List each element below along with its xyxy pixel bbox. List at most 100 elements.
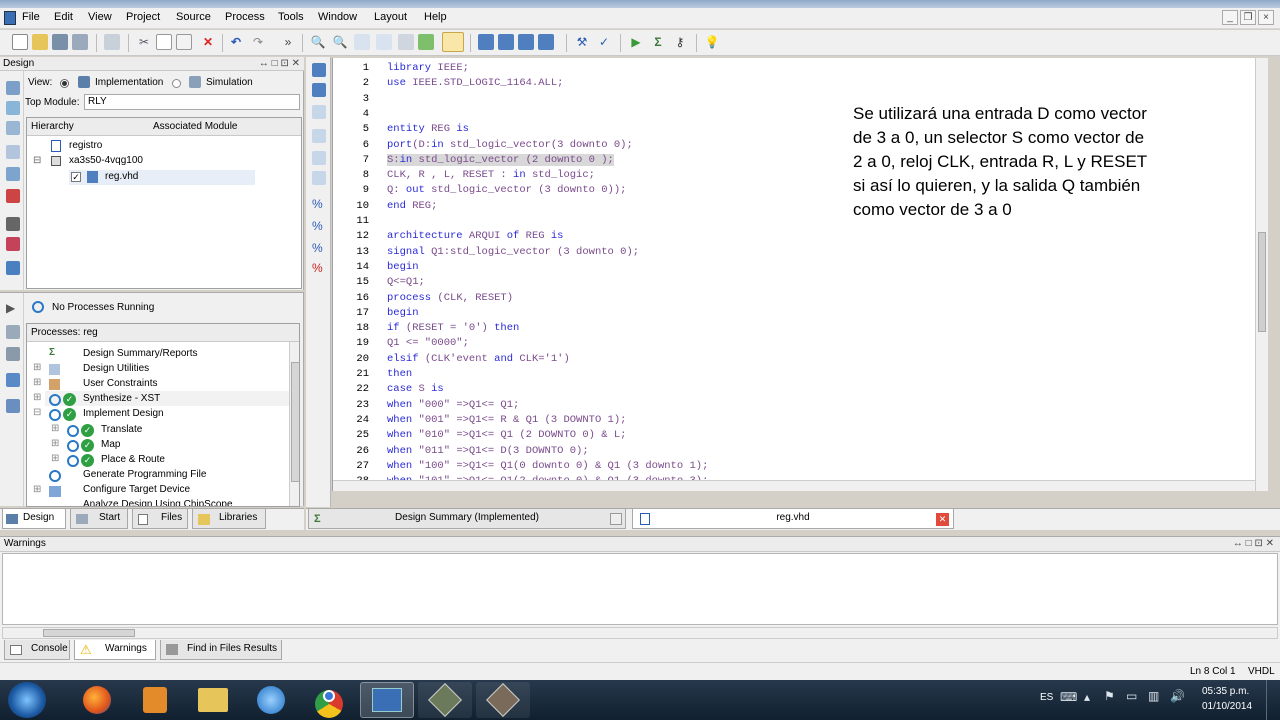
hierarchy-icon[interactable]	[6, 261, 20, 275]
menu-project[interactable]: Project	[126, 11, 160, 23]
editor-tool-icon[interactable]	[312, 83, 326, 97]
implementation-label[interactable]: Implementation	[95, 77, 163, 88]
hierarchy-column[interactable]: Hierarchy	[31, 121, 74, 132]
stop-icon[interactable]	[6, 217, 20, 231]
save-icon[interactable]	[52, 34, 68, 50]
implementation-radio[interactable]	[60, 79, 69, 88]
menu-layout[interactable]: Layout	[374, 11, 407, 23]
rerun-all-icon[interactable]	[6, 347, 20, 361]
redo-icon[interactable]: ↷	[250, 34, 266, 50]
code-line[interactable]: Q1 <= "0000";	[387, 337, 469, 349]
app-icon[interactable]	[418, 682, 472, 718]
simulation-label[interactable]: Simulation	[206, 77, 253, 88]
zoom-in-icon[interactable]: 🔍	[310, 34, 326, 50]
code-line[interactable]: entity REG is	[387, 123, 469, 135]
menu-process[interactable]: Process	[225, 11, 265, 23]
stop-process-icon[interactable]	[6, 373, 20, 387]
tree-item-project[interactable]: registro	[69, 140, 102, 151]
close-tab-icon[interactable]: ✕	[936, 513, 949, 526]
panel-controls-icon[interactable]: ↔ □ ⊡ ✕	[259, 57, 300, 70]
find-icon[interactable]	[398, 34, 414, 50]
code-line[interactable]: S:in std_logic_vector (2 downto 0 );	[387, 153, 614, 166]
code-line[interactable]: architecture ARQUI of REG is	[387, 230, 563, 242]
delete-icon[interactable]: ✕	[200, 34, 216, 50]
paste-icon[interactable]	[176, 34, 192, 50]
menu-source[interactable]: Source	[176, 11, 211, 23]
expand-icon[interactable]: ⊞	[33, 392, 41, 403]
expand-icon[interactable]: ⊞	[33, 377, 41, 388]
key-icon[interactable]: ⚷	[672, 34, 688, 50]
code-line[interactable]: then	[387, 368, 412, 380]
undo-icon[interactable]: ↶	[228, 34, 244, 50]
bookmark-icon[interactable]: %	[312, 219, 326, 233]
explorer-icon[interactable]	[186, 682, 240, 718]
layout-4-icon[interactable]	[538, 34, 554, 50]
show-desktop-button[interactable]	[1266, 680, 1280, 720]
editor-tool-icon[interactable]	[312, 171, 326, 185]
code-line[interactable]: begin	[387, 307, 419, 319]
chevron-up-icon[interactable]: ▴	[1084, 690, 1090, 704]
new-source-icon[interactable]	[6, 121, 20, 135]
app-icon[interactable]	[476, 682, 530, 718]
zoom-full-icon[interactable]	[354, 34, 370, 50]
expand-icon[interactable]: ⊞	[51, 453, 59, 464]
schematic-icon[interactable]	[442, 32, 464, 52]
design-goal-icon[interactable]	[6, 237, 20, 251]
editor-tool-icon[interactable]	[312, 129, 326, 143]
tools-icon[interactable]: ⚒	[574, 34, 590, 50]
process-item[interactable]: Design Utilities	[83, 363, 149, 374]
menu-tools[interactable]: Tools	[278, 11, 304, 23]
code-line[interactable]: when "011" =>Q1<= D(3 DOWNTO 0);	[387, 445, 589, 457]
minimize-icon[interactable]: _	[1222, 10, 1238, 25]
clock-time[interactable]: 05:35 p.m.	[1202, 686, 1249, 697]
print-icon[interactable]	[104, 34, 120, 50]
restore-icon[interactable]: ❐	[1240, 10, 1256, 25]
bookmark-icon[interactable]: %	[312, 261, 326, 275]
checkbox-icon[interactable]: ✓	[71, 172, 81, 182]
code-line[interactable]: when "001" =>Q1<= R & Q1 (3 DOWNTO 1);	[387, 414, 626, 426]
firefox-icon[interactable]	[70, 682, 124, 718]
process-item[interactable]: Place & Route	[101, 454, 165, 465]
code-line[interactable]: when "100" =>Q1<= Q1(0 downto 0) & Q1 (3…	[387, 460, 708, 472]
code-line[interactable]: port(D:in std_logic_vector(3 downto 0);	[387, 139, 633, 151]
tab-design-summary[interactable]: Design Summary (Implemented)	[308, 509, 626, 529]
display-icon[interactable]: ▭	[1126, 689, 1137, 703]
process-item[interactable]: Translate	[101, 424, 142, 435]
menu-file[interactable]: File	[22, 11, 40, 23]
code-line[interactable]: when "000" =>Q1<= Q1;	[387, 399, 519, 411]
copy-icon[interactable]	[156, 34, 172, 50]
chrome-icon[interactable]	[302, 682, 356, 718]
process-item[interactable]: Implement Design	[83, 408, 164, 419]
code-line[interactable]: signal Q1:std_logic_vector (3 downto 0);	[387, 246, 639, 258]
code-line[interactable]: case S is	[387, 383, 444, 395]
keyboard-icon[interactable]: ⌨	[1060, 690, 1077, 704]
ise-icon[interactable]	[360, 682, 414, 718]
view-html-icon[interactable]	[6, 167, 20, 181]
process-item[interactable]: Configure Target Device	[83, 484, 190, 495]
expand-icon[interactable]: ⊞	[51, 423, 59, 434]
code-line[interactable]: library IEEE;	[387, 62, 469, 74]
more-icon[interactable]: »	[280, 34, 296, 50]
start-button-icon[interactable]	[8, 682, 46, 718]
new-file-icon[interactable]	[12, 34, 28, 50]
layout-3-icon[interactable]	[518, 34, 534, 50]
rerun-icon[interactable]	[6, 325, 20, 339]
scrollbar[interactable]	[289, 342, 299, 506]
expand-icon[interactable]: ⊞	[51, 438, 59, 449]
expand-icon[interactable]: ⊞	[33, 362, 41, 373]
code-line[interactable]: Q<=Q1;	[387, 276, 425, 288]
bookmark-icon[interactable]: %	[312, 241, 326, 255]
process-item[interactable]: Analyze Design Using ChipScope	[83, 499, 233, 506]
process-item[interactable]: Design Summary/Reports	[83, 348, 197, 359]
process-item[interactable]: User Constraints	[83, 378, 157, 389]
editor-tool-icon[interactable]	[312, 105, 326, 119]
warnings-scrollbar[interactable]	[2, 627, 1278, 639]
refresh-icon[interactable]	[418, 34, 434, 50]
zoom-fit-icon[interactable]	[376, 34, 392, 50]
bookmark-icon[interactable]: %	[312, 197, 326, 211]
network-icon[interactable]: ▥	[1148, 689, 1159, 703]
properties-icon[interactable]	[6, 145, 20, 159]
code-line[interactable]: begin	[387, 261, 419, 273]
check-icon[interactable]: ✓	[596, 34, 612, 50]
media-player-icon[interactable]	[128, 682, 182, 718]
